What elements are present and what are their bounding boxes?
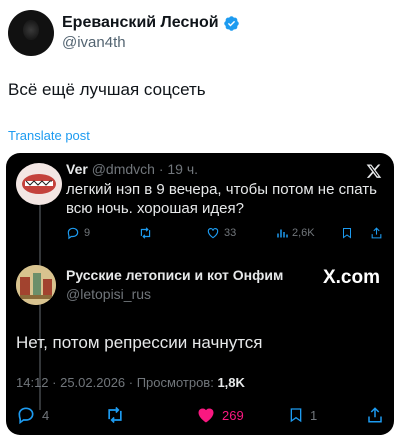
- quoted-name[interactable]: Ver: [66, 161, 88, 177]
- bookmark-icon: [343, 228, 351, 239]
- reply-action-bar: 4 269 1: [16, 405, 384, 427]
- ver-avatar[interactable]: [16, 163, 62, 205]
- reply-reply-action[interactable]: 4: [16, 405, 49, 425]
- reply-bookmark-count: 1: [310, 407, 318, 423]
- author-avatar[interactable]: [8, 10, 54, 56]
- quoted-like-action[interactable]: 33: [206, 226, 236, 240]
- author-name[interactable]: Ереванский Лесной: [62, 14, 219, 32]
- views-chart-icon: [277, 229, 288, 238]
- quoted-retweet-action[interactable]: [138, 226, 153, 240]
- chronicle-avatar[interactable]: [16, 265, 56, 305]
- quoted-action-bar: 9 33 2,6K: [66, 226, 386, 244]
- quoted-reply-count: 9: [84, 227, 91, 239]
- reply-like-action[interactable]: 269: [196, 405, 244, 425]
- share-icon: [368, 407, 382, 423]
- reply-reply-count: 4: [42, 407, 50, 423]
- retweet-icon: [108, 406, 122, 424]
- reply-bookmark-action[interactable]: 1: [288, 405, 317, 425]
- reply-icon: [67, 227, 79, 240]
- quoted-header: Ver @dmdvch · 19 ч.: [66, 161, 198, 177]
- x-logo-icon: [366, 164, 382, 178]
- reply-retweet-action[interactable]: [104, 405, 126, 425]
- heart-outline-icon: [207, 228, 219, 239]
- post-screenshot: Ереванский Лесной @ivan4th Всё ещё лучша…: [0, 0, 400, 439]
- reply-author-handle[interactable]: @letopisi_rus: [66, 286, 151, 302]
- quoted-views-action[interactable]: 2,6K: [276, 226, 315, 240]
- reply-meta: 14:12 · 25.02.2026 · Просмотров: 1,8K: [16, 375, 245, 390]
- x-com-logo: X.com: [323, 267, 380, 289]
- reply-share-action[interactable]: [366, 405, 384, 425]
- author-handle[interactable]: @ivan4th: [62, 34, 126, 51]
- share-icon: [371, 227, 382, 239]
- x-com-label: X.com: [322, 267, 380, 288]
- reply-timestamp: 14:12 · 25.02.2026 · Просмотров:: [16, 375, 214, 390]
- embedded-screenshot-card: Ver @dmdvch · 19 ч. легкий нэп в 9 вечер…: [6, 153, 394, 435]
- teeth-avatar-icon: [22, 174, 56, 194]
- reply-author-name[interactable]: Русские летописи и кот Онфим: [66, 267, 283, 283]
- quoted-handle[interactable]: @dmdvch: [92, 161, 155, 177]
- quoted-reply-action[interactable]: 9: [66, 226, 90, 240]
- quoted-like-count: 33: [224, 227, 237, 239]
- quoted-view-count: 2,6K: [292, 227, 315, 239]
- quoted-share-action[interactable]: [370, 226, 383, 240]
- author-name-row[interactable]: Ереванский Лесной: [62, 14, 240, 32]
- retweet-icon: [140, 227, 151, 239]
- heart-filled-icon: [198, 408, 214, 423]
- reply-icon: [18, 407, 34, 425]
- post-text: Всё ещё лучшая соцсеть: [8, 80, 206, 99]
- reply-like-count: 269: [222, 407, 244, 423]
- quoted-time: · 19 ч.: [158, 161, 199, 177]
- reply-view-count: 1,8K: [217, 375, 245, 390]
- verified-badge-icon: [223, 15, 239, 31]
- chronicle-miniature-icon: [16, 265, 56, 305]
- quoted-bookmark-action[interactable]: [341, 226, 353, 240]
- reply-text: Нет, потом репрессии начнутся: [16, 333, 263, 352]
- avatar-figure: [23, 20, 39, 40]
- quoted-text: легкий нэп в 9 вечера, чтобы потом не сп…: [66, 181, 377, 217]
- bookmark-icon: [290, 408, 302, 423]
- translate-post-link[interactable]: Translate post: [8, 128, 90, 143]
